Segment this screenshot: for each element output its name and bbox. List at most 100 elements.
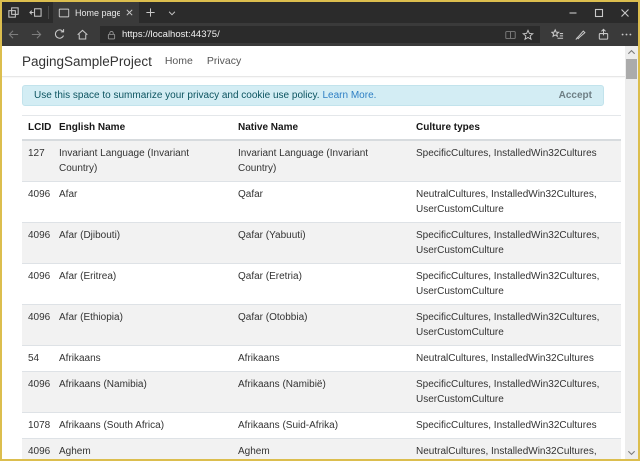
cell-culture-types: SpecificCultures, InstalledWin32Cultures… bbox=[410, 263, 621, 305]
favorites-hub-icon bbox=[551, 28, 564, 41]
culture-table-wrap: LCID English Name Native Name Culture ty… bbox=[22, 115, 621, 459]
cell-native-name: Invariant Language (Invariant Country) bbox=[232, 139, 410, 182]
cell-culture-types: NeutralCultures, InstalledWin32Cultures,… bbox=[410, 181, 621, 223]
cell-english-name: Afar (Ethiopia) bbox=[53, 304, 232, 346]
cell-lcid: 54 bbox=[22, 345, 53, 372]
home-button[interactable] bbox=[71, 23, 94, 46]
cell-native-name: Aghem bbox=[232, 438, 410, 459]
table-row: 4096 Aghem Aghem NeutralCultures, Instal… bbox=[22, 438, 621, 459]
page-icon bbox=[58, 7, 70, 19]
column-header-english-name: English Name bbox=[53, 115, 232, 141]
cell-english-name: Afrikaans bbox=[53, 345, 232, 372]
browser-titlebar: Home page - PagingSa bbox=[2, 2, 638, 23]
cell-english-name: Afar bbox=[53, 181, 232, 223]
table-row: 54 Afrikaans Afrikaans NeutralCultures, … bbox=[22, 345, 621, 372]
browser-tab[interactable]: Home page - PagingSa bbox=[53, 2, 139, 23]
tabs-set-aside-button[interactable] bbox=[24, 2, 46, 23]
forward-button[interactable] bbox=[25, 23, 48, 46]
cell-native-name: Qafar (Yabuuti) bbox=[232, 222, 410, 264]
browser-navbar: https://localhost:44375/ bbox=[2, 23, 638, 46]
back-icon bbox=[7, 28, 20, 41]
accept-button[interactable]: Accept bbox=[559, 90, 592, 101]
cell-culture-types: NeutralCultures, InstalledWin32Cultures bbox=[410, 345, 621, 372]
cell-native-name: Afrikaans bbox=[232, 345, 410, 372]
cell-english-name: Afar (Djibouti) bbox=[53, 222, 232, 264]
minimize-button[interactable] bbox=[560, 2, 586, 23]
scrollbar-thumb[interactable] bbox=[626, 59, 637, 79]
site-header: PagingSampleProject Home Privacy bbox=[2, 46, 625, 77]
titlebar-divider bbox=[48, 6, 49, 19]
cell-english-name: Afar (Eritrea) bbox=[53, 263, 232, 305]
cell-lcid: 4096 bbox=[22, 438, 53, 459]
close-icon bbox=[620, 8, 630, 18]
tabs-set-aside-icon bbox=[28, 6, 42, 19]
cell-culture-types: SpecificCultures, InstalledWin32Cultures… bbox=[410, 304, 621, 346]
more-options-button[interactable] bbox=[615, 23, 638, 46]
minimize-icon bbox=[568, 8, 578, 18]
maximize-button[interactable] bbox=[586, 2, 612, 23]
address-bar[interactable]: https://localhost:44375/ bbox=[100, 26, 540, 43]
home-icon bbox=[76, 28, 89, 41]
close-button[interactable] bbox=[612, 2, 638, 23]
share-button[interactable] bbox=[592, 23, 615, 46]
banner-message: Use this space to summarize your privacy… bbox=[34, 90, 320, 101]
cell-lcid: 1078 bbox=[22, 412, 53, 439]
cell-english-name: Afrikaans (South Africa) bbox=[53, 412, 232, 439]
tab-previews-button[interactable] bbox=[2, 2, 24, 23]
web-note-button[interactable] bbox=[569, 23, 592, 46]
brand-link[interactable]: PagingSampleProject bbox=[22, 54, 152, 69]
scrollbar-up-arrow-icon[interactable] bbox=[625, 46, 638, 58]
cell-culture-types: SpecificCultures, InstalledWin32Cultures… bbox=[410, 371, 621, 413]
cell-lcid: 4096 bbox=[22, 181, 53, 223]
learn-more-link[interactable]: Learn More. bbox=[323, 90, 377, 101]
favorites-hub-button[interactable] bbox=[546, 23, 569, 46]
cell-culture-types: SpecificCultures, InstalledWin32Cultures bbox=[410, 412, 621, 439]
cell-lcid: 4096 bbox=[22, 263, 53, 305]
site-nav: Home Privacy bbox=[165, 55, 241, 67]
scrollbar-down-arrow-icon[interactable] bbox=[625, 447, 638, 459]
cell-native-name: Qafar (Otobbia) bbox=[232, 304, 410, 346]
cell-native-name: Afrikaans (Suid-Afrika) bbox=[232, 412, 410, 439]
plus-icon bbox=[145, 7, 156, 18]
lock-icon bbox=[106, 29, 117, 41]
new-tab-button[interactable] bbox=[139, 2, 161, 23]
browser-window: Home page - PagingSa bbox=[0, 0, 640, 461]
reading-view-icon[interactable] bbox=[504, 29, 517, 41]
cell-english-name: Aghem bbox=[53, 438, 232, 459]
tab-close-icon[interactable] bbox=[125, 8, 134, 17]
cell-lcid: 4096 bbox=[22, 304, 53, 346]
favorite-star-icon[interactable] bbox=[522, 28, 534, 41]
table-row: 4096 Afrikaans (Namibia) Afrikaans (Nami… bbox=[22, 371, 621, 413]
web-page: PagingSampleProject Home Privacy Use thi… bbox=[2, 46, 638, 459]
chevron-down-icon bbox=[167, 8, 177, 18]
maximize-icon bbox=[594, 8, 604, 18]
cell-native-name: Qafar (Eretria) bbox=[232, 263, 410, 305]
tab-list-button[interactable] bbox=[161, 2, 183, 23]
refresh-button[interactable] bbox=[48, 23, 71, 46]
table-row: 4096 Afar (Djibouti) Qafar (Yabuuti) Spe… bbox=[22, 222, 621, 264]
column-header-native-name: Native Name bbox=[232, 115, 410, 141]
share-icon bbox=[597, 28, 610, 41]
nav-link-privacy[interactable]: Privacy bbox=[207, 55, 241, 67]
culture-table-body: 127 Invariant Language (Invariant Countr… bbox=[22, 139, 621, 459]
url-text[interactable]: https://localhost:44375/ bbox=[122, 29, 499, 40]
page-scrollbar[interactable] bbox=[625, 46, 638, 459]
column-header-lcid: LCID bbox=[22, 115, 53, 141]
culture-table: LCID English Name Native Name Culture ty… bbox=[22, 115, 621, 459]
cell-native-name: Qafar bbox=[232, 181, 410, 223]
back-button[interactable] bbox=[2, 23, 25, 46]
pen-icon bbox=[574, 28, 587, 41]
window-controls bbox=[560, 2, 638, 23]
cell-english-name: Afrikaans (Namibia) bbox=[53, 371, 232, 413]
forward-icon bbox=[30, 28, 43, 41]
column-header-culture-types: Culture types bbox=[410, 115, 621, 141]
cookie-consent-banner: Use this space to summarize your privacy… bbox=[22, 85, 604, 106]
page-content: PagingSampleProject Home Privacy Use thi… bbox=[2, 46, 625, 459]
nav-link-home[interactable]: Home bbox=[165, 55, 193, 67]
cell-lcid: 127 bbox=[22, 139, 53, 182]
tab-title: Home page - PagingSa bbox=[75, 7, 120, 18]
table-row: 4096 Afar (Ethiopia) Qafar (Otobbia) Spe… bbox=[22, 304, 621, 346]
cell-culture-types: SpecificCultures, InstalledWin32Cultures… bbox=[410, 222, 621, 264]
table-row: 4096 Afar (Eritrea) Qafar (Eretria) Spec… bbox=[22, 263, 621, 305]
table-row: 4096 Afar Qafar NeutralCultures, Install… bbox=[22, 181, 621, 223]
